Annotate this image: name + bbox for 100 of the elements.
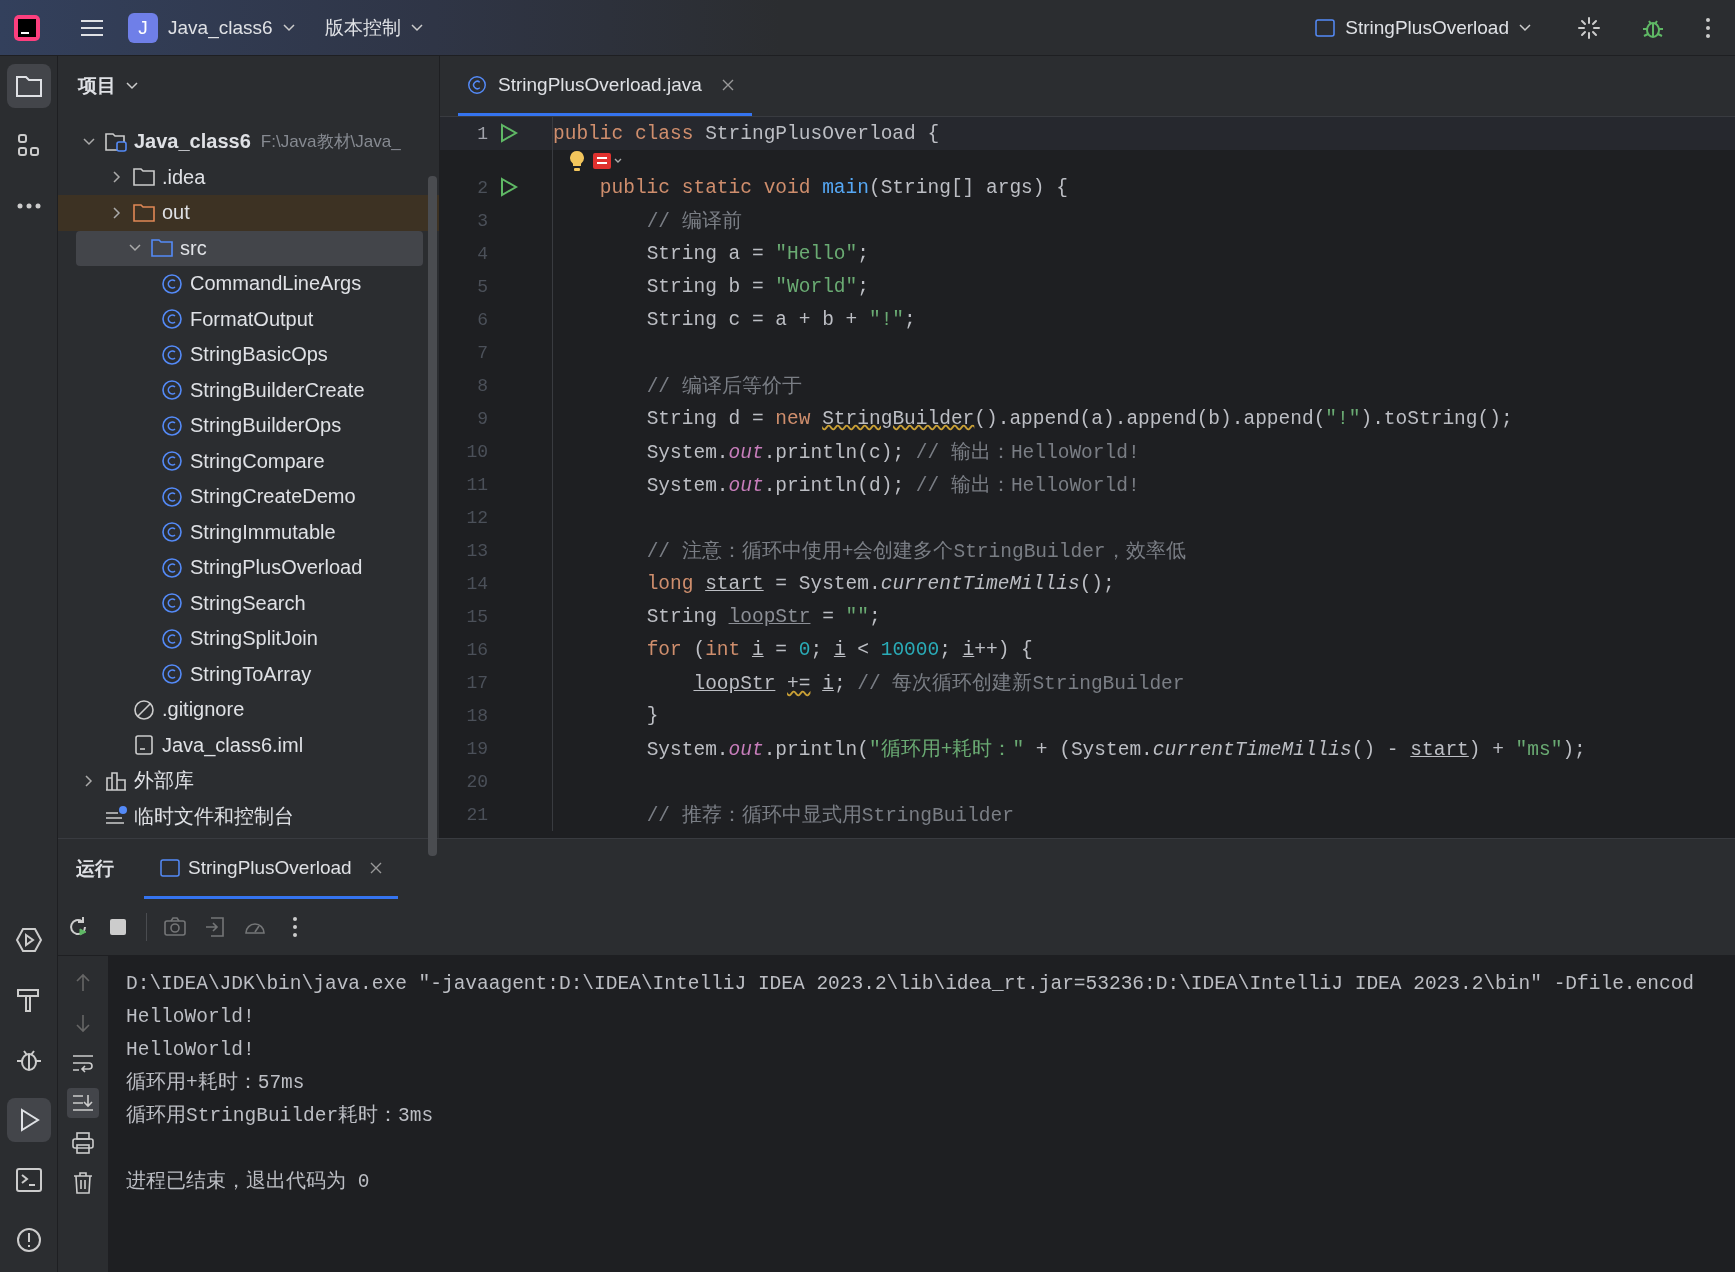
console-line: HelloWorld! bbox=[126, 1038, 256, 1063]
tree-item[interactable]: src bbox=[76, 230, 423, 266]
tree-item[interactable]: StringSearch bbox=[58, 585, 423, 621]
trash-icon bbox=[71, 1171, 95, 1195]
console-line: 循环用StringBuilder耗时：3ms bbox=[126, 1103, 435, 1129]
console-line: 进程已结束，退出代码为 0 bbox=[126, 1169, 371, 1195]
code-line: System.out.println(d); // 输出：HelloWorld! bbox=[645, 473, 1140, 498]
more-icon[interactable] bbox=[1705, 16, 1711, 39]
class-icon bbox=[160, 521, 184, 544]
class-icon bbox=[160, 485, 184, 508]
tree-item[interactable]: StringBasicOps bbox=[58, 337, 423, 373]
chevron-icon bbox=[410, 23, 423, 32]
scrollbar[interactable] bbox=[428, 176, 437, 856]
app-logo-icon[interactable] bbox=[14, 14, 40, 41]
class-icon bbox=[160, 592, 184, 615]
tree-item[interactable]: .idea bbox=[58, 159, 423, 195]
class-icon bbox=[160, 308, 184, 331]
tree-item[interactable]: 临时文件和控制台 bbox=[58, 798, 423, 834]
code-line: String b = "World"; bbox=[645, 275, 869, 298]
code-line: String a = "Hello"; bbox=[645, 242, 869, 265]
code-line: // 编译后等价于 bbox=[645, 374, 802, 399]
class-icon bbox=[160, 556, 184, 579]
class-icon bbox=[160, 450, 184, 473]
tree-item[interactable]: StringSplitJoin bbox=[58, 621, 423, 657]
scroll-end-button[interactable] bbox=[67, 1088, 99, 1118]
class-icon bbox=[160, 414, 184, 437]
terminal-icon bbox=[14, 1166, 43, 1194]
chevron-icon[interactable] bbox=[111, 171, 123, 184]
chevron-icon bbox=[282, 23, 295, 32]
tree-item[interactable]: StringPlusOverload bbox=[58, 550, 423, 586]
project-path: F:\Java教材\Java_ bbox=[260, 131, 401, 154]
run-tab[interactable]: StringPlusOverload bbox=[144, 839, 398, 899]
chevron-icon[interactable] bbox=[83, 135, 95, 148]
tree-item[interactable]: StringImmutable bbox=[58, 514, 423, 550]
code-line: // 推荐：循环中显式用StringBuilder bbox=[645, 803, 1014, 828]
run-tool-button[interactable] bbox=[6, 1098, 51, 1142]
class-icon bbox=[160, 272, 184, 295]
loading-icon[interactable] bbox=[1577, 15, 1601, 40]
window-icon bbox=[1315, 18, 1336, 37]
tree-item[interactable]: FormatOutput bbox=[58, 301, 423, 337]
code-line: System.out.println(c); // 输出：HelloWorld! bbox=[645, 440, 1140, 465]
code-line: long start = System.currentTimeMillis(); bbox=[645, 572, 1115, 595]
panel-title[interactable]: 项目 bbox=[78, 73, 116, 99]
code-line: loopStr += i; // 每次循环创建新StringBuilder bbox=[692, 671, 1185, 696]
tree-item[interactable]: Java_class6.iml bbox=[58, 727, 423, 763]
panel-title: 运行 bbox=[76, 857, 114, 881]
code-line: public class StringPlusOverload { bbox=[553, 122, 940, 145]
tree-item[interactable]: Java_class6 F:\Java教材\Java_ bbox=[58, 124, 423, 160]
close-icon[interactable] bbox=[721, 78, 734, 91]
tree-item[interactable]: out bbox=[58, 195, 439, 231]
class-icon bbox=[160, 343, 184, 366]
code-line: String d = new StringBuilder().append(a).append(b).append("!").toString(); bbox=[645, 407, 1513, 430]
console-line: 循环用+耗时：57ms bbox=[126, 1070, 306, 1096]
class-icon bbox=[466, 73, 488, 96]
code-line: } bbox=[645, 704, 659, 727]
code-line: String c = a + b + "!"; bbox=[645, 308, 916, 331]
code-line: // 编译前 bbox=[645, 209, 742, 234]
project-folder-icon bbox=[104, 130, 128, 153]
chevron-icon bbox=[1519, 23, 1531, 32]
code-line: for (int i = 0; i < 10000; i++) { bbox=[645, 638, 1033, 661]
vcs-menu[interactable]: 版本控制 bbox=[318, 10, 429, 45]
tree-item[interactable]: StringCreateDemo bbox=[58, 479, 423, 515]
structure-icon bbox=[15, 133, 42, 159]
project-tool-button[interactable] bbox=[6, 64, 51, 108]
folder-icon bbox=[132, 201, 156, 224]
project-selector[interactable]: J Java_class6 bbox=[122, 8, 301, 47]
run-config-selector[interactable]: StringPlusOverload bbox=[1309, 12, 1537, 43]
class-icon bbox=[160, 627, 184, 650]
chevron-icon[interactable] bbox=[111, 206, 123, 219]
lightbulb-icon[interactable] bbox=[569, 149, 585, 172]
tree-item[interactable]: StringToArray bbox=[58, 656, 423, 692]
close-icon[interactable] bbox=[369, 861, 382, 874]
tree-item[interactable]: StringBuilderOps bbox=[58, 408, 423, 444]
tree-item[interactable]: 外部库 bbox=[58, 763, 423, 799]
code-line: // 注意：循环中使用+会创建多个StringBuilder，效率低 bbox=[645, 539, 1186, 564]
library-icon bbox=[104, 769, 128, 792]
line-number: 1 bbox=[477, 123, 488, 144]
run-icon[interactable] bbox=[500, 123, 518, 143]
class-icon bbox=[160, 379, 184, 402]
code-line: public static void main(String[] args) { bbox=[598, 176, 1068, 199]
tree-item[interactable]: StringBuilderCreate bbox=[58, 372, 423, 408]
alert-icon bbox=[14, 1226, 43, 1254]
tree-item[interactable]: .gitignore bbox=[58, 692, 423, 728]
code-line: System.out.println("循环用+耗时：" + (System.currentTimeMillis() - start) + "ms"); bbox=[645, 737, 1586, 762]
more-icon bbox=[15, 202, 42, 210]
print-icon bbox=[71, 1131, 95, 1155]
window-icon bbox=[160, 858, 180, 877]
chevron-icon[interactable] bbox=[83, 774, 95, 787]
tree-item[interactable]: StringCompare bbox=[58, 443, 423, 479]
plugin-icon[interactable] bbox=[593, 152, 623, 169]
folder-icon bbox=[14, 74, 43, 98]
tree-item[interactable]: CommandLineArgs bbox=[58, 266, 423, 302]
code-line: String loopStr = ""; bbox=[645, 605, 881, 628]
services-icon bbox=[14, 926, 43, 954]
class-icon bbox=[160, 663, 184, 686]
menu-icon[interactable] bbox=[80, 17, 104, 38]
chevron-icon[interactable] bbox=[126, 82, 138, 90]
run-icon[interactable] bbox=[500, 177, 518, 197]
console-line: HelloWorld! bbox=[126, 1005, 256, 1030]
file-icon bbox=[132, 734, 156, 757]
